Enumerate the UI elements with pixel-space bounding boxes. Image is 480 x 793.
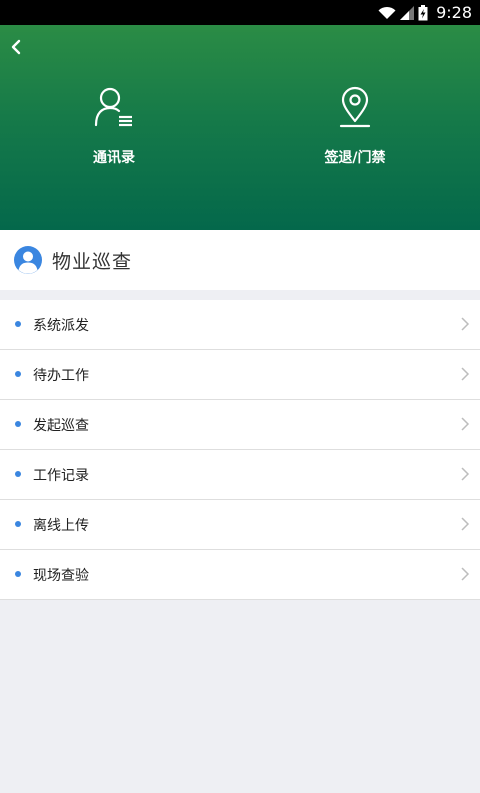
menu-item-label: 发起巡查 <box>33 418 89 434</box>
section-title: 物业巡查 <box>52 251 133 273</box>
header-banner: 通讯录 签退/门禁 <box>0 25 480 230</box>
chevron-right-icon <box>461 317 470 331</box>
chevron-right-icon <box>461 417 470 431</box>
bullet-dot-icon <box>15 371 21 377</box>
menu-item-label: 现场查验 <box>33 568 89 584</box>
battery-charging-icon <box>418 4 428 20</box>
bullet-dot-icon <box>15 421 21 427</box>
location-pin-icon <box>339 86 371 128</box>
chevron-right-icon <box>461 467 470 481</box>
bullet-dot-icon <box>15 521 21 527</box>
back-button[interactable] <box>4 33 28 61</box>
menu-item-onsite-check[interactable]: 现场查验 <box>0 550 480 600</box>
contacts-icon <box>94 87 132 127</box>
bullet-dot-icon <box>15 471 21 477</box>
bullet-dot-icon <box>15 571 21 577</box>
menu-item-work-records[interactable]: 工作记录 <box>0 450 480 500</box>
signout-access-button[interactable]: 签退/门禁 <box>275 85 435 175</box>
user-avatar-icon <box>14 246 42 274</box>
menu-item-pending-work[interactable]: 待办工作 <box>0 350 480 400</box>
contacts-button[interactable]: 通讯录 <box>34 85 194 175</box>
signal-icon <box>400 5 415 20</box>
section-header: 物业巡查 <box>0 230 480 290</box>
menu-item-offline-upload[interactable]: 离线上传 <box>0 500 480 550</box>
menu-list: 系统派发 待办工作 发起巡查 工作记录 离线上传 现场查验 <box>0 300 480 600</box>
chevron-left-icon <box>11 39 21 55</box>
menu-item-label: 待办工作 <box>33 368 89 384</box>
status-bar: 9:28 <box>0 0 480 25</box>
contacts-label: 通讯录 <box>93 150 135 166</box>
chevron-right-icon <box>461 567 470 581</box>
menu-item-label: 系统派发 <box>33 318 89 334</box>
chevron-right-icon <box>461 367 470 381</box>
menu-item-label: 离线上传 <box>33 518 89 534</box>
menu-item-system-dispatch[interactable]: 系统派发 <box>0 300 480 350</box>
menu-item-label: 工作记录 <box>33 468 89 484</box>
status-icons: 9:28 <box>378 0 472 25</box>
bullet-dot-icon <box>15 321 21 327</box>
menu-item-start-inspection[interactable]: 发起巡查 <box>0 400 480 450</box>
status-time: 9:28 <box>436 3 472 22</box>
signout-access-label: 签退/门禁 <box>324 150 386 166</box>
chevron-right-icon <box>461 517 470 531</box>
wifi-icon <box>378 6 396 19</box>
